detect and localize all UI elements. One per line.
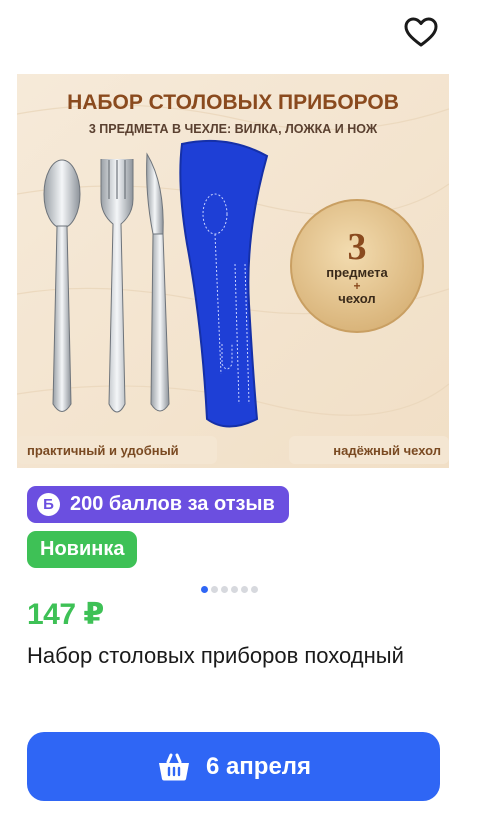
product-title[interactable]: Набор столовых приборов походный — [27, 637, 427, 674]
gallery-dot[interactable] — [211, 586, 218, 593]
product-image[interactable]: НАБОР СТОЛОВЫХ ПРИБОРОВ 3 ПРЕДМЕТА В ЧЕХ… — [17, 74, 449, 468]
new-badge-label: Новинка — [40, 538, 125, 560]
svg-text:3: 3 — [348, 226, 367, 268]
gallery-dot[interactable] — [221, 586, 228, 593]
image-title: НАБОР СТОЛОВЫХ ПРИБОРОВ — [67, 91, 399, 114]
price: 147 ₽ — [27, 598, 104, 631]
svg-text:чехол: чехол — [338, 291, 375, 306]
add-to-cart-button[interactable]: 6 апреля — [27, 732, 440, 801]
caption-right: надёжный чехол — [333, 443, 441, 458]
count-badge-disc: 3 предмета + чехол — [290, 199, 424, 333]
bonus-badge: Б 200 баллов за отзыв — [27, 486, 289, 523]
basket-icon — [156, 752, 192, 782]
gallery-dot[interactable] — [231, 586, 238, 593]
gallery-dot[interactable] — [241, 586, 248, 593]
bonus-text: 200 баллов за отзыв — [70, 493, 275, 515]
heart-outline-icon — [404, 17, 438, 47]
image-subtitle: 3 ПРЕДМЕТА В ЧЕХЛЕ: ВИЛКА, ЛОЖКА И НОЖ — [89, 122, 378, 136]
new-badge: Новинка — [27, 531, 138, 568]
delivery-date-label: 6 апреля — [205, 752, 312, 780]
caption-left: практичный и удобный — [27, 443, 179, 458]
gallery-dot[interactable] — [251, 586, 258, 593]
favorite-button[interactable] — [402, 14, 440, 50]
gallery-dot[interactable] — [201, 586, 208, 593]
gallery-dots — [201, 586, 258, 593]
bonus-points-icon: Б — [37, 493, 60, 516]
svg-text:предмета: предмета — [326, 265, 388, 280]
